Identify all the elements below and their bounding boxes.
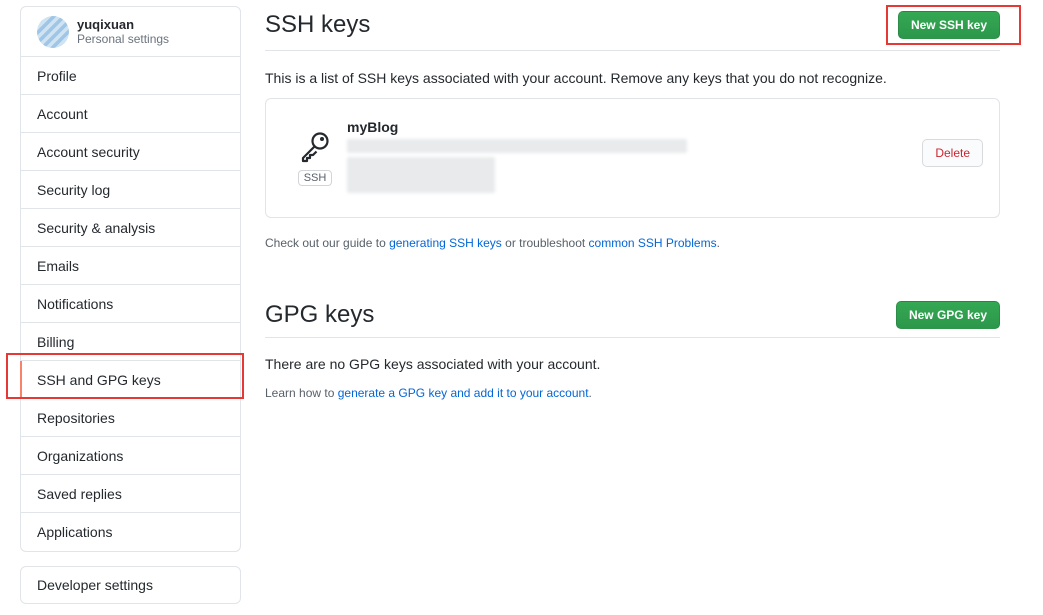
sidebar-item-saved-replies[interactable]: Saved replies: [21, 475, 240, 513]
sidebar-item-emails[interactable]: Emails: [21, 247, 240, 285]
gpg-section-title: GPG keys: [265, 300, 375, 328]
ssh-key-title: myBlog: [347, 119, 399, 135]
gpg-empty-text: There are no GPG keys associated with yo…: [265, 356, 601, 372]
settings-sidebar: yuqixuan Personal settings Profile Accou…: [20, 6, 241, 552]
ssh-guide-text: Check out our guide to generating SSH ke…: [265, 236, 720, 250]
gpg-learn-text: Learn how to generate a GPG key and add …: [265, 386, 592, 400]
ssh-key-item: SSH myBlog Delete: [265, 98, 1000, 218]
sidebar-item-account-security[interactable]: Account security: [21, 133, 240, 171]
ssh-description: This is a list of SSH keys associated wi…: [265, 70, 887, 86]
ssh-section-title: SSH keys: [265, 11, 371, 38]
user-subtitle: Personal settings: [77, 31, 170, 46]
sidebar-item-repositories[interactable]: Repositories: [21, 399, 240, 437]
sidebar-item-security-log[interactable]: Security log: [21, 171, 240, 209]
redacted-added-date: [347, 157, 495, 193]
sidebar-item-applications[interactable]: Applications: [21, 513, 240, 551]
sidebar-item-account[interactable]: Account: [21, 95, 240, 133]
generating-ssh-keys-link[interactable]: generating SSH keys: [389, 236, 502, 250]
ssh-type-label: SSH: [297, 170, 333, 186]
sidebar-item-organizations[interactable]: Organizations: [21, 437, 240, 475]
avatar: [37, 15, 69, 48]
new-gpg-key-button[interactable]: New GPG key: [895, 300, 1000, 329]
generate-gpg-key-link[interactable]: generate a GPG key and add it to your ac…: [338, 386, 589, 400]
ssh-section-header: SSH keys New SSH key: [265, 0, 1000, 51]
sidebar-item-notifications[interactable]: Notifications: [21, 285, 240, 323]
sidebar-item-profile[interactable]: Profile: [21, 57, 240, 95]
user-name: yuqixuan: [77, 16, 135, 32]
gpg-section-header: GPG keys New GPG key: [265, 292, 1000, 338]
sidebar-item-ssh-gpg-keys[interactable]: SSH and GPG keys: [20, 361, 240, 399]
sidebar-item-security-analysis[interactable]: Security & analysis: [21, 209, 240, 247]
user-header[interactable]: yuqixuan Personal settings: [21, 7, 240, 57]
sidebar-item-billing[interactable]: Billing: [21, 323, 240, 361]
new-ssh-key-button[interactable]: New SSH key: [897, 11, 1000, 39]
sidebar-item-developer-settings[interactable]: Developer settings: [20, 566, 241, 604]
delete-ssh-key-button[interactable]: Delete: [922, 139, 983, 167]
common-ssh-problems-link[interactable]: common SSH Problems: [589, 236, 717, 250]
redacted-fingerprint: [347, 139, 687, 153]
key-icon: [298, 129, 332, 166]
